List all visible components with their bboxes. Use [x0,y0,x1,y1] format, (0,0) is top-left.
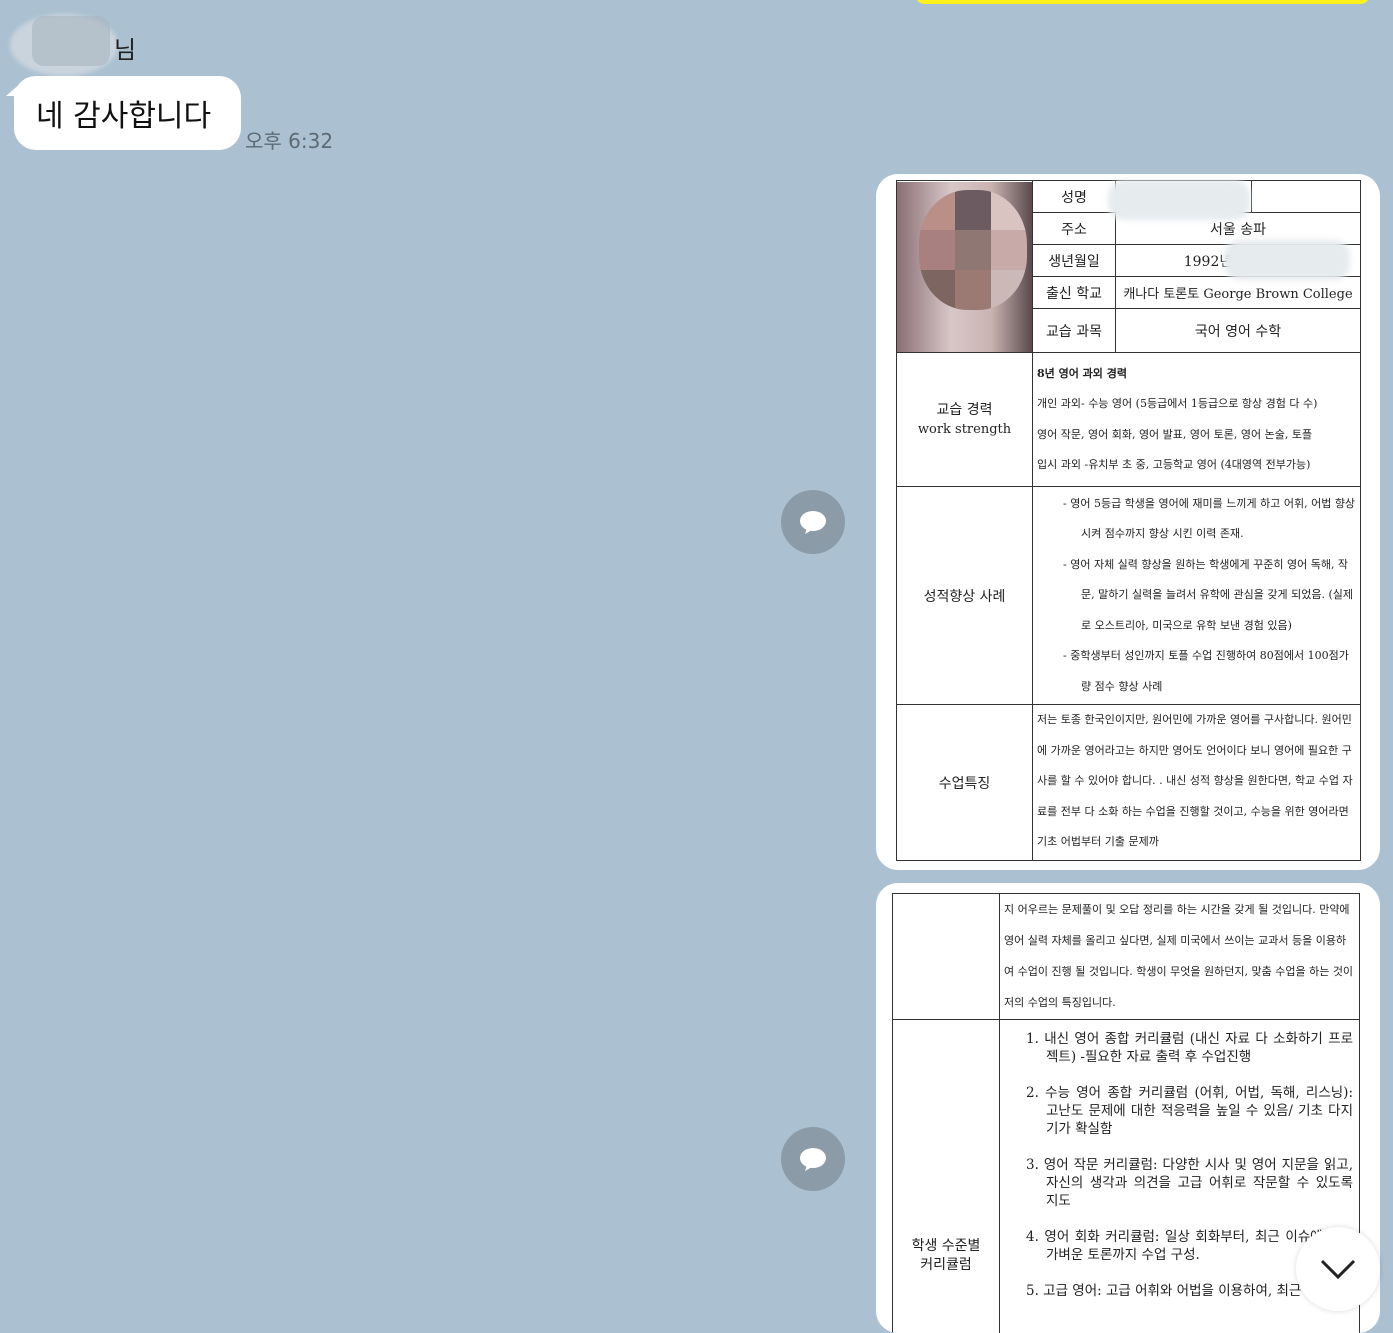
message-text: 네 감사합니다 [36,91,211,135]
feature-continued-text: 지 어우르는 문제풀이 및 오답 정리를 하는 시간을 갖게 될 것입니다. 만… [1000,894,1360,1020]
label-feature: 수업특징 [897,705,1033,861]
feature-text: 저는 토종 한국인이지만, 원어민에 가까운 영어를 구사합니다. 원어민에 가… [1033,705,1361,861]
photo-message[interactable]: 성명 주소 서울 송파 생년월일 1992년 출신 학교 캐나다 토론토 Geo… [876,174,1380,870]
career-text: 8년 영어 과외 경력 개인 과외- 수능 영어 (5등급에서 1등급으로 항상… [1033,353,1361,487]
value-subjects: 국어 영어 수학 [1116,309,1361,353]
resume-page-1: 성명 주소 서울 송파 생년월일 1992년 출신 학교 캐나다 토론토 Geo… [896,180,1360,861]
share-button[interactable] [781,1127,845,1191]
received-message-bubble[interactable]: 네 감사합니다 [14,76,241,150]
label-subjects: 교습 과목 [1033,309,1116,353]
label-birth: 생년월일 [1033,245,1116,277]
label-name: 성명 [1033,181,1116,213]
resume-page-2: 지 어우르는 문제풀이 및 오답 정리를 하는 시간을 갖게 될 것입니다. 만… [892,893,1360,1333]
scroll-down-button[interactable] [1296,1227,1380,1311]
share-button[interactable] [781,490,845,554]
label-career: 교습 경력work strength [897,353,1033,487]
improve-text: - 영어 5등급 학생을 영어에 재미를 느끼게 하고 어휘, 어법 향상 시켜… [1033,487,1361,705]
share-icon [798,1146,828,1172]
chevron-down-icon [1320,1259,1356,1279]
name-blur [1108,180,1250,220]
label-improve: 성적향상 사례 [897,487,1033,705]
birth-blur [1224,240,1350,280]
sent-message-bubble-edge [915,0,1370,4]
label-address: 주소 [1033,213,1116,245]
label-curriculum: 학생 수준별 커리큘럼 [893,1020,1000,1333]
face-mosaic [919,190,1027,310]
profile-photo [897,181,1033,353]
message-time: 오후 6:32 [245,125,333,154]
share-icon [798,509,828,535]
label-school: 출신 학교 [1033,277,1116,309]
sender-name: 님 [14,30,136,65]
value-school: 캐나다 토론토 George Brown College [1116,277,1361,309]
